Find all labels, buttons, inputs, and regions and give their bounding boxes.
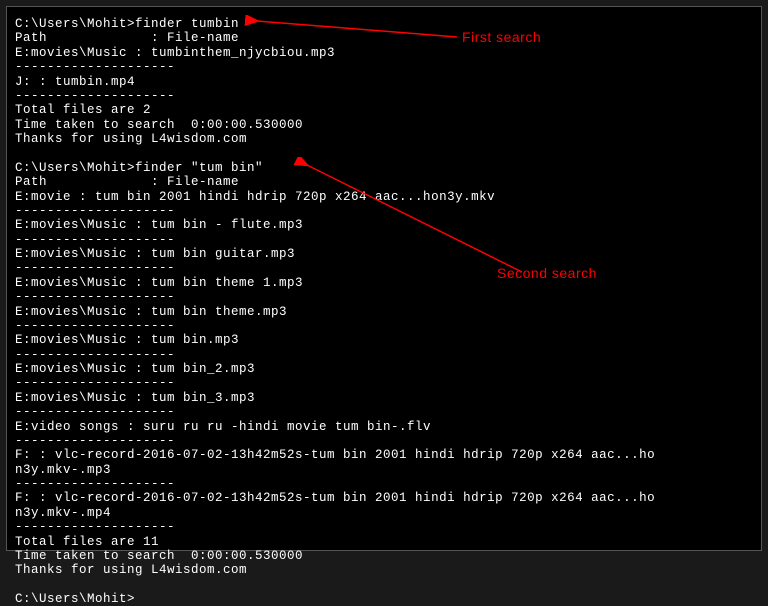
terminal-line: n3y.mkv-.mp3 — [15, 463, 753, 477]
terminal-line: -------------------- — [15, 348, 753, 362]
terminal-line: -------------------- — [15, 319, 753, 333]
terminal-line: C:\Users\Mohit>finder tumbin — [15, 17, 753, 31]
terminal-line: E:movies\Music : tum bin guitar.mp3 — [15, 247, 753, 261]
terminal-line: -------------------- — [15, 89, 753, 103]
terminal-line: -------------------- — [15, 261, 753, 275]
terminal-line: -------------------- — [15, 434, 753, 448]
terminal-line: C:\Users\Mohit>finder "tum bin" — [15, 161, 753, 175]
terminal-line: -------------------- — [15, 204, 753, 218]
terminal-line: E:video songs : suru ru ru -hindi movie … — [15, 420, 753, 434]
terminal-line: E:movies\Music : tumbinthem_njycbiou.mp3 — [15, 46, 753, 60]
terminal-line: Path : File-name — [15, 175, 753, 189]
terminal-line: J: : tumbin.mp4 — [15, 75, 753, 89]
terminal-line: -------------------- — [15, 376, 753, 390]
terminal-line: F: : vlc-record-2016-07-02-13h42m52s-tum… — [15, 491, 753, 505]
terminal-line: -------------------- — [15, 520, 753, 534]
terminal-line: E:movies\Music : tum bin - flute.mp3 — [15, 218, 753, 232]
terminal-line: Path : File-name — [15, 31, 753, 45]
terminal-line: -------------------- — [15, 290, 753, 304]
terminal-line: E:movies\Music : tum bin theme.mp3 — [15, 305, 753, 319]
terminal-line — [15, 146, 753, 160]
terminal-line: -------------------- — [15, 233, 753, 247]
terminal-line: Total files are 2 — [15, 103, 753, 117]
terminal-line: E:movies\Music : tum bin_3.mp3 — [15, 391, 753, 405]
terminal-line: Time taken to search 0:00:00.530000 — [15, 118, 753, 132]
terminal-line: E:movie : tum bin 2001 hindi hdrip 720p … — [15, 190, 753, 204]
terminal-line: -------------------- — [15, 405, 753, 419]
terminal-line: E:movies\Music : tum bin theme 1.mp3 — [15, 276, 753, 290]
terminal-line: Total files are 11 — [15, 535, 753, 549]
terminal-line: -------------------- — [15, 477, 753, 491]
terminal-line — [15, 578, 753, 592]
terminal-line: -------------------- — [15, 60, 753, 74]
terminal-line: Time taken to search 0:00:00.530000 — [15, 549, 753, 563]
terminal-line: C:\Users\Mohit> — [15, 592, 753, 606]
terminal-line: n3y.mkv-.mp4 — [15, 506, 753, 520]
terminal-line: E:movies\Music : tum bin.mp3 — [15, 333, 753, 347]
terminal-output: C:\Users\Mohit>finder tumbinPath : File-… — [15, 17, 753, 606]
terminal-line: Thanks for using L4wisdom.com — [15, 132, 753, 146]
terminal-line: F: : vlc-record-2016-07-02-13h42m52s-tum… — [15, 448, 753, 462]
terminal-window[interactable]: C:\Users\Mohit>finder tumbinPath : File-… — [6, 6, 762, 551]
terminal-line: Thanks for using L4wisdom.com — [15, 563, 753, 577]
terminal-line: E:movies\Music : tum bin_2.mp3 — [15, 362, 753, 376]
